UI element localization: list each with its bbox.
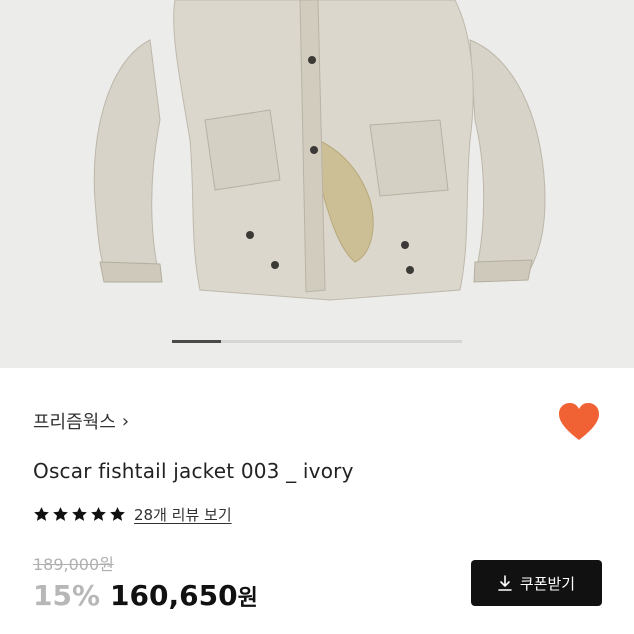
product-info: 프리즘웍스 › Oscar fishtail jacket 003 _ ivor… [0,368,634,634]
price-row: 15% 160,650 원 [33,579,258,612]
star-icon [53,507,68,521]
brand-link[interactable]: 프리즘웍스 › [33,408,129,434]
carousel-indicator[interactable] [172,340,462,343]
product-image[interactable] [0,0,634,368]
rating-stars [33,506,126,523]
brand-name: 프리즘웍스 [33,412,116,433]
star-icon [91,507,106,521]
star-icon [110,507,125,521]
product-title: Oscar fishtail jacket 003 _ ivory [33,459,354,483]
star-icon [34,507,49,521]
chevron-right-icon: › [121,410,130,432]
discount-rate: 15% [33,579,101,612]
star-icon [72,507,87,521]
carousel-indicator-active [172,340,222,343]
heart-icon[interactable] [558,402,600,442]
rating-row: 28개 리뷰 보기 [33,504,232,525]
review-link[interactable]: 28개 리뷰 보기 [134,504,232,525]
coupon-button-label: 쿠폰받기 [519,574,576,593]
original-price: 189,000원 [33,555,114,574]
coupon-button[interactable]: 쿠폰받기 [471,560,602,606]
sale-price: 160,650 [110,579,238,612]
jacket-photo [93,0,546,301]
currency-unit: 원 [237,586,258,611]
download-icon [498,575,512,591]
